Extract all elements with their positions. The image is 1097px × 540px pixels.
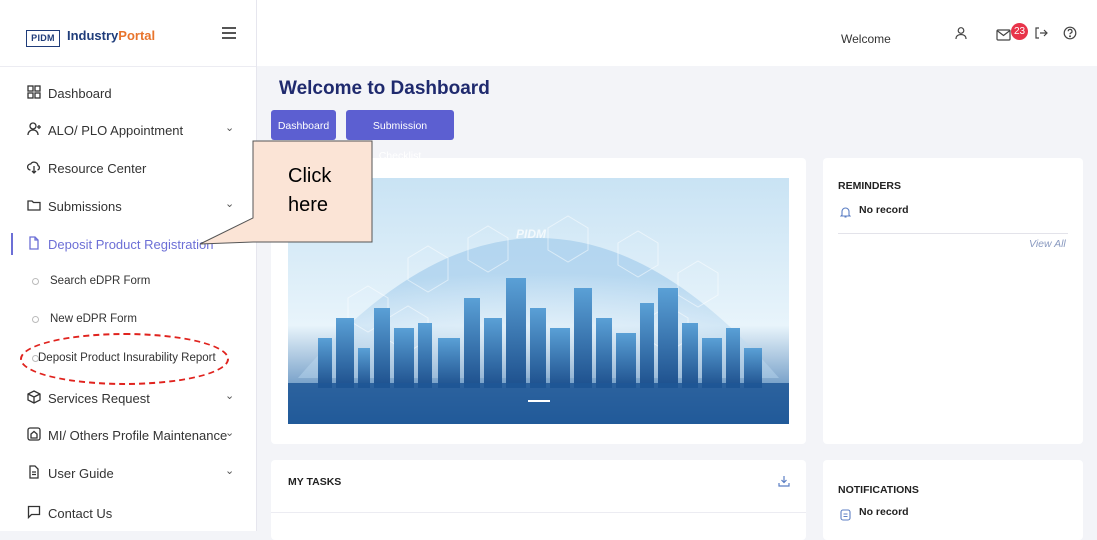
- help-icon[interactable]: [1063, 26, 1079, 42]
- mail-icon[interactable]: [996, 28, 1012, 44]
- divider: [271, 512, 806, 513]
- banner-watermark: PIDM: [516, 227, 547, 241]
- package-icon: [27, 390, 41, 404]
- sidebar-item-label: Services Request: [48, 391, 150, 406]
- view-all-link[interactable]: View All: [1029, 238, 1066, 250]
- sidebar-item-label: User Guide: [48, 466, 114, 481]
- callout-line-2: here: [288, 194, 329, 216]
- chevron-down-icon: ⌄: [225, 390, 235, 402]
- my-tasks-card: [271, 460, 806, 540]
- download-icon[interactable]: [778, 474, 790, 492]
- callout-line-1: Click: [288, 165, 332, 187]
- message-icon: [27, 505, 41, 520]
- click-here-callout: [199, 140, 373, 245]
- document-icon: [27, 465, 41, 479]
- reminders-empty-text: No record: [859, 204, 909, 216]
- sidebar-item-user-guide[interactable]: User Guide ⌄: [0, 462, 256, 486]
- sub-item-label: New eDPR Form: [50, 313, 137, 325]
- chevron-down-icon: ⌄: [225, 465, 235, 477]
- divider: [838, 233, 1068, 234]
- my-tasks-title: MY TASKS: [288, 476, 342, 488]
- notification-icon: [840, 508, 851, 526]
- bell-icon: [839, 205, 852, 223]
- sidebar-item-label: MI/ Others Profile Maintenance: [48, 428, 228, 443]
- callout-text: Click here: [288, 162, 331, 220]
- bullet-icon: [32, 278, 39, 285]
- sub-item-label: Search eDPR Form: [50, 275, 151, 287]
- chevron-down-icon: ⌄: [225, 427, 235, 439]
- sidebar-item-services-request[interactable]: Services Request ⌄: [0, 387, 256, 411]
- notifications-empty-text: No record: [859, 506, 909, 518]
- user-icon[interactable]: [954, 26, 970, 42]
- bullet-icon: [32, 316, 39, 323]
- reminders-title: REMINDERS: [838, 180, 902, 192]
- welcome-text: Welcome: [841, 32, 891, 46]
- sidebar-item-label: Contact Us: [48, 506, 113, 521]
- sidebar-item-contact-us[interactable]: Contact Us: [0, 502, 256, 526]
- reminders-card: [823, 158, 1083, 444]
- notifications-title: NOTIFICATIONS: [838, 484, 919, 496]
- highlight-ellipse: [20, 333, 229, 385]
- sidebar-item-mi-others-profile-maintenance[interactable]: MI/ Others Profile Maintenance ⌄: [0, 424, 256, 448]
- notifications-card: [823, 460, 1083, 540]
- home-icon: [27, 427, 41, 441]
- sub-item-new-edpr-form[interactable]: New eDPR Form: [0, 311, 256, 331]
- sub-item-search-edpr-form[interactable]: Search eDPR Form: [0, 273, 256, 293]
- logout-icon[interactable]: [1034, 26, 1050, 42]
- notification-badge: 23: [1011, 23, 1028, 40]
